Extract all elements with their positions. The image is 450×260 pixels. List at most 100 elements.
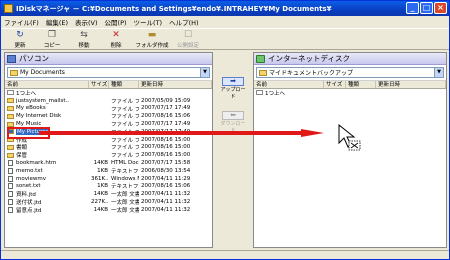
table-row[interactable]: 保管 ファイル フォル..2007/08/16 15:00 bbox=[5, 151, 212, 159]
item-date: 2007/07/17 17:49 bbox=[141, 105, 191, 112]
new-folder-button[interactable]: ▬ フォルダ作成 bbox=[132, 29, 172, 50]
list-item[interactable]: 1つ上へ bbox=[254, 89, 446, 97]
col-date[interactable]: 更新日時 bbox=[376, 81, 446, 88]
item-type: テキストファイル bbox=[111, 168, 139, 175]
file-icon bbox=[8, 167, 13, 174]
folder-icon bbox=[7, 121, 14, 127]
file-icon bbox=[8, 175, 13, 182]
item-size: 14KB bbox=[93, 160, 108, 167]
item-type: ファイル フォル.. bbox=[111, 106, 139, 113]
menu-tools[interactable]: ツール(T) bbox=[134, 17, 163, 27]
table-row[interactable]: My eBooks ファイル フォル..2007/07/17 17:49 bbox=[5, 105, 212, 113]
col-date[interactable]: 更新日時 bbox=[139, 81, 212, 88]
move-button[interactable]: ⇆ 移動 bbox=[68, 29, 100, 50]
file-icon bbox=[8, 183, 13, 190]
title-bar[interactable]: IDiskマネージャ － C:¥Documents and Settings¥e… bbox=[1, 1, 449, 16]
refresh-button[interactable]: ↻ 更新 bbox=[4, 29, 36, 50]
delete-button[interactable]: ✕ 削除 bbox=[100, 29, 132, 50]
col-type[interactable]: 種類 bbox=[346, 81, 376, 88]
pc-file-list: 1つ上へjustsystem_mailst..ファイル フォル..2007/05… bbox=[5, 89, 212, 214]
item-date: 2007/08/16 15:00 bbox=[141, 152, 191, 159]
table-row[interactable]: 1つ上へ bbox=[5, 89, 212, 97]
table-row[interactable]: 書類 ファイル フォル..2007/08/16 15:00 bbox=[5, 144, 212, 151]
delete-label: 削除 bbox=[110, 43, 122, 49]
item-date: 2007/04/11 11:29 bbox=[141, 175, 191, 182]
folder-icon bbox=[7, 144, 14, 150]
copy-icon: ❐ bbox=[47, 30, 57, 40]
menu-file[interactable]: ファイル(F) bbox=[4, 17, 39, 27]
internet-disk-path-select[interactable]: マイドキュメントバックアップ ▼ bbox=[256, 67, 444, 78]
table-row[interactable]: justsystem_mailst.. ファイル フォル..2007/05/09 … bbox=[5, 97, 212, 105]
col-size[interactable]: サイズ bbox=[89, 81, 109, 88]
pc-pane-header: パソコン bbox=[5, 53, 212, 65]
up-folder-icon bbox=[256, 90, 263, 96]
menu-publish[interactable]: 公開(P) bbox=[105, 17, 127, 27]
maximize-button[interactable]: □ bbox=[420, 2, 433, 14]
minimize-button[interactable]: _ bbox=[406, 2, 419, 14]
pc-column-headers: 名前 サイズ 種類 更新日時 bbox=[5, 80, 212, 89]
chevron-down-icon[interactable]: ▼ bbox=[200, 68, 209, 77]
publish-settings-button[interactable]: ☐ 公開設定 bbox=[172, 29, 204, 50]
table-row[interactable]: memo.txt 1KBテキストファイル2006/08/30 13:54 bbox=[5, 167, 212, 175]
status-bar bbox=[1, 250, 449, 260]
item-name: 保管 bbox=[16, 153, 28, 160]
item-name: justsystem_mailst.. bbox=[16, 97, 69, 104]
item-type: HTML Docu.. bbox=[111, 160, 139, 167]
col-type[interactable]: 種類 bbox=[109, 81, 139, 88]
upload-button[interactable]: ➡ アップロード bbox=[219, 77, 247, 103]
col-name[interactable]: 名前 bbox=[254, 81, 324, 88]
arrow-right-icon: ➡ bbox=[222, 77, 244, 86]
item-name: 留意点.jtd bbox=[16, 207, 42, 214]
menu-help[interactable]: ヘルプ(H) bbox=[169, 17, 198, 27]
item-type: ファイル フォル.. bbox=[111, 122, 139, 129]
internet-disk-title: インターネットディスク bbox=[268, 54, 350, 63]
upload-label: アップロード bbox=[220, 87, 246, 100]
item-name: memo.txt bbox=[16, 167, 43, 174]
publish-label: 公開設定 bbox=[176, 43, 199, 49]
item-name: My Internet Disk bbox=[16, 113, 62, 120]
up-folder-icon bbox=[7, 90, 14, 96]
table-row[interactable]: My Internet Disk ファイル フォル..2007/08/16 15:… bbox=[5, 112, 212, 120]
close-button[interactable]: × bbox=[434, 2, 447, 14]
file-icon bbox=[8, 199, 13, 206]
internet-disk-icon bbox=[256, 54, 265, 63]
delete-icon: ✕ bbox=[112, 30, 120, 40]
copy-label: コピー bbox=[43, 43, 61, 49]
internet-disk-path-value: マイドキュメントバックアップ bbox=[269, 70, 354, 77]
item-date: 2007/08/16 15:06 bbox=[141, 183, 191, 190]
table-row[interactable]: 留意点.jtd 14KB 一太郎 文書 2007/04/11 11:32 bbox=[5, 206, 212, 214]
table-row[interactable]: 送付状.jtd 227K.. 一太郎 文書 2007/04/11 11:32 bbox=[5, 198, 212, 206]
table-row[interactable]: sonet.txt 1KBテキストファイル2007/08/16 15:06 bbox=[5, 183, 212, 190]
item-size: 361K.. bbox=[91, 175, 109, 182]
item-name: 送付状.jtd bbox=[16, 200, 42, 207]
item-name: moviewmv bbox=[16, 175, 47, 182]
col-size[interactable]: サイズ bbox=[324, 81, 346, 88]
arrow-left-icon: ⬅ bbox=[222, 111, 244, 120]
computer-icon bbox=[7, 54, 16, 63]
table-row[interactable]: 資料.jtd 14KB 一太郎 文書 2007/04/11 11:32 bbox=[5, 190, 212, 198]
folder-icon bbox=[7, 152, 14, 158]
folder-icon bbox=[7, 113, 14, 119]
item-date: 2007/04/11 11:32 bbox=[141, 199, 191, 206]
item-type: ファイル フォル.. bbox=[111, 98, 139, 105]
menu-edit[interactable]: 編集(E) bbox=[46, 17, 68, 27]
new-folder-icon: ▬ bbox=[147, 30, 157, 40]
internet-disk-column-headers: 名前 サイズ 種類 更新日時 bbox=[254, 80, 446, 89]
col-name[interactable]: 名前 bbox=[5, 81, 89, 88]
transfer-buttons: ➡ アップロード ⬅ ダウンロード bbox=[217, 77, 249, 137]
copy-button[interactable]: ❐ コピー bbox=[36, 29, 68, 50]
folder-icon bbox=[7, 105, 14, 111]
table-row[interactable]: bookmark.htm 14KBHTML Docu..2007/07/17 15… bbox=[5, 159, 212, 167]
menu-view[interactable]: 表示(V) bbox=[75, 17, 98, 27]
item-date: 2007/04/11 11:32 bbox=[141, 206, 191, 213]
item-type: 一太郎 文書 bbox=[111, 192, 139, 199]
pc-path-select[interactable]: My Documents ▼ bbox=[7, 67, 210, 78]
item-date: 2007/05/09 15:09 bbox=[141, 97, 191, 104]
chevron-down-icon[interactable]: ▼ bbox=[434, 68, 443, 77]
new-folder-label: フォルダ作成 bbox=[135, 43, 169, 49]
drag-cursor-icon bbox=[338, 123, 361, 151]
item-name: bookmark.htm bbox=[16, 160, 57, 167]
table-row[interactable]: moviewmv 361K..Windows Me..2007/04/11 11:… bbox=[5, 175, 212, 183]
item-name: 1つ上へ bbox=[265, 90, 285, 97]
item-date: 2007/08/16 15:06 bbox=[141, 113, 191, 120]
